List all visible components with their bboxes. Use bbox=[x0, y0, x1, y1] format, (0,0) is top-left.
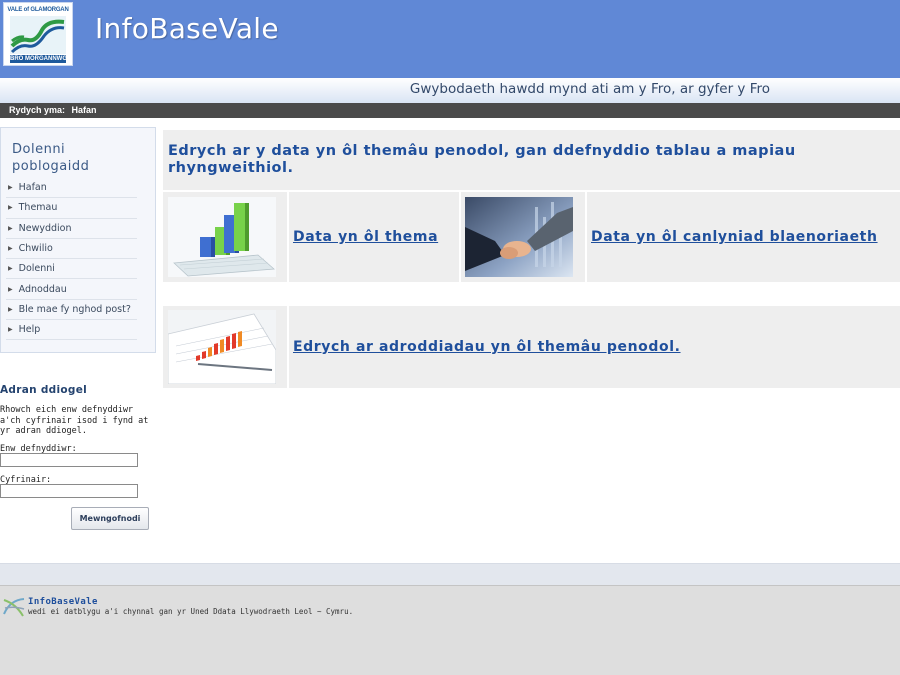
breadcrumb-bar: Rydych yma: Hafan bbox=[0, 103, 900, 118]
popular-links-list: ▶ Hafan ▶ Themau ▶ Newyddion ▶ Chwilio ▶ Dole… bbox=[6, 178, 137, 341]
sidebar-item-label: Adnoddau bbox=[18, 283, 67, 295]
sidebar-item-postcode[interactable]: ▶ Ble mae fy nghod post? bbox=[6, 300, 137, 321]
sidebar-item-adnoddau[interactable]: ▶ Adnoddau bbox=[6, 279, 137, 300]
tagline-bar: Gwybodaeth hawdd mynd ati am y Fro, ar g… bbox=[0, 78, 900, 103]
username-input[interactable] bbox=[0, 453, 138, 467]
triangle-right-icon: ▶ bbox=[8, 265, 13, 273]
site-header: VALE of GLAMORGAN BRO MORGANNWG InfoBase… bbox=[0, 0, 900, 78]
footer-site-name[interactable]: InfoBaseVale bbox=[28, 597, 98, 607]
password-input[interactable] bbox=[0, 484, 138, 498]
login-button[interactable]: Mewngofnodi bbox=[71, 507, 149, 530]
sidebar-item-dolenni[interactable]: ▶ Dolenni bbox=[6, 259, 137, 280]
sidebar-item-label: Hafan bbox=[18, 182, 47, 194]
sidebar-item-label: Help bbox=[18, 324, 41, 336]
triangle-right-icon: ▶ bbox=[8, 305, 13, 313]
triangle-right-icon: ▶ bbox=[8, 326, 13, 334]
reports-link-tile: Edrych ar adroddiadau yn ôl themâu penod… bbox=[289, 306, 900, 388]
handshake-image[interactable] bbox=[465, 197, 573, 277]
breadcrumb-label: Rydych yma: bbox=[9, 105, 66, 115]
triangle-right-icon: ▶ bbox=[8, 204, 13, 212]
sidebar-item-newyddion[interactable]: ▶ Newyddion bbox=[6, 219, 137, 239]
data-unit-wales-logo-icon bbox=[3, 598, 25, 617]
data-by-priority-outcome-link[interactable]: Data yn ôl canlyniad blaenoriaeth bbox=[591, 229, 878, 245]
popular-links-title: Dolenni poblogaidd bbox=[12, 142, 90, 174]
triangle-right-icon: ▶ bbox=[8, 224, 13, 232]
sidebar-item-label: Ble mae fy nghod post? bbox=[18, 303, 131, 315]
logo-bottom-text: BRO MORGANNWG bbox=[10, 55, 67, 63]
site-footer: InfoBaseVale wedi ei datblygu a'i chynna… bbox=[0, 585, 900, 675]
breadcrumb-current[interactable]: Hafan bbox=[72, 105, 97, 115]
priority-data-image-tile bbox=[461, 192, 585, 282]
secure-section-description: Rhowch eich enw defnyddiwr a'ch cyfrinai… bbox=[0, 405, 149, 436]
report-chart-icon bbox=[168, 310, 276, 384]
view-reports-by-theme-link[interactable]: Edrych ar adroddiadau yn ôl themâu penod… bbox=[293, 339, 681, 355]
secure-section-title: Adran ddiogel bbox=[0, 384, 88, 396]
popular-links-panel: Dolenni poblogaidd ▶ Hafan ▶ Themau ▶ Newyd… bbox=[0, 127, 156, 353]
triangle-right-icon: ▶ bbox=[8, 184, 13, 192]
sidebar-item-chwilio[interactable]: ▶ Chwilio bbox=[6, 239, 137, 260]
sidebar-item-help[interactable]: ▶ Help bbox=[6, 320, 137, 341]
vale-of-glamorgan-logo[interactable]: VALE of GLAMORGAN BRO MORGANNWG bbox=[3, 2, 73, 66]
footer-strip bbox=[0, 563, 900, 585]
triangle-right-icon: ▶ bbox=[8, 245, 13, 253]
report-chart-image[interactable] bbox=[168, 310, 276, 384]
sidebar-item-label: Chwilio bbox=[18, 243, 53, 255]
site-tagline: Gwybodaeth hawdd mynd ati am y Fro, ar g… bbox=[409, 81, 770, 97]
main-heading-panel: Edrych ar y data yn ôl themâu penodol, g… bbox=[163, 130, 900, 190]
handshake-icon bbox=[465, 197, 573, 277]
bar-chart-image[interactable] bbox=[168, 197, 276, 277]
theme-data-link-tile: Data yn ôl thema bbox=[289, 192, 459, 282]
page-heading: Edrych ar y data yn ôl themâu penodol, g… bbox=[168, 143, 796, 176]
sidebar-item-themau[interactable]: ▶ Themau bbox=[6, 198, 137, 219]
bar-chart-icon bbox=[168, 197, 276, 277]
theme-data-image-tile bbox=[163, 192, 287, 282]
sidebar-item-label: Dolenni bbox=[18, 263, 55, 275]
site-title[interactable]: InfoBaseVale bbox=[95, 12, 279, 45]
sidebar-item-hafan[interactable]: ▶ Hafan bbox=[6, 178, 137, 199]
reports-image-tile bbox=[163, 306, 287, 388]
sidebar-item-label: Themau bbox=[18, 202, 58, 214]
priority-data-link-tile: Data yn ôl canlyniad blaenoriaeth bbox=[587, 192, 900, 282]
sidebar-item-label: Newyddion bbox=[18, 222, 72, 234]
footer-credit-text: wedi ei datblygu a'i chynnal gan yr Uned… bbox=[28, 607, 354, 616]
triangle-right-icon: ▶ bbox=[8, 285, 13, 293]
data-by-theme-link[interactable]: Data yn ôl thema bbox=[293, 229, 438, 245]
waves-icon bbox=[10, 16, 66, 54]
breadcrumb: Rydych yma: Hafan bbox=[9, 105, 101, 115]
logo-top-text: VALE of GLAMORGAN bbox=[7, 7, 69, 13]
